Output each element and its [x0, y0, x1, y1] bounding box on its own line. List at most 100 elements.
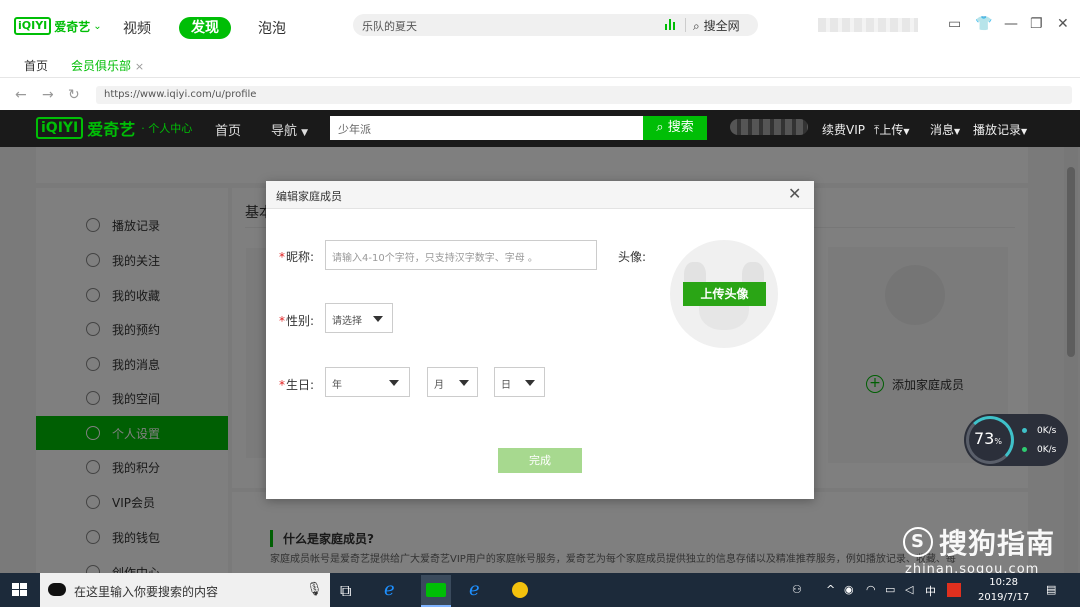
url-field[interactable]: https://www.iqiyi.com/u/profile — [96, 86, 1072, 104]
gender-label: *性别: — [279, 312, 314, 329]
ie-browser-icon[interactable]: ℯ — [384, 579, 406, 601]
tab-home[interactable]: 首页 — [24, 57, 48, 74]
skin-shirt-icon[interactable]: 👕 — [975, 16, 992, 32]
restore-icon[interactable]: ❐ — [1030, 16, 1043, 32]
nickname-placeholder: 请输入4-10个字符，只支持汉字数字、字母 。 — [332, 253, 538, 264]
site-search-button[interactable]: ⌕ 搜索 — [643, 116, 707, 140]
search-divider — [685, 18, 686, 32]
site-logo-sub: · 个人中心 — [141, 122, 193, 135]
memory-percent-value: 73 — [974, 429, 995, 448]
site-search-input[interactable]: 少年派 — [330, 116, 643, 140]
taskbar-search[interactable]: 在这里输入你要搜索的内容 🎙 — [40, 573, 330, 607]
ime-indicator[interactable]: 中 — [925, 583, 936, 599]
gender-select[interactable]: 请选择 — [325, 303, 393, 333]
download-speed-value: 0K/s — [1037, 445, 1057, 455]
site-search-button-label: 搜索 — [667, 120, 694, 135]
messages-link[interactable]: 消息▼ — [930, 121, 960, 138]
sogou-ime-icon[interactable] — [947, 583, 961, 597]
dialog-header: 编辑家庭成员 ✕ — [266, 181, 814, 209]
app-logo-text: 爱奇艺 — [54, 19, 91, 34]
caret-down-icon — [525, 380, 535, 386]
history-label: 播放记录 — [973, 123, 1022, 137]
refresh-icon[interactable]: ↻ — [68, 87, 80, 103]
notification-icon[interactable]: ▤ — [1046, 583, 1056, 596]
site-logo[interactable]: iQIYI 爱奇艺 · 个人中心 — [36, 116, 192, 140]
upload-link[interactable]: ⤒上传▼ — [874, 121, 909, 138]
iqiyi-taskbar-icon[interactable] — [421, 575, 451, 607]
site-nav-menu[interactable]: 导航 ▼ — [271, 120, 308, 139]
site-username-blurred[interactable] — [730, 119, 808, 135]
birthday-label: *生日: — [279, 376, 314, 393]
caret-down-icon — [459, 380, 469, 386]
qq-icon[interactable] — [512, 582, 528, 598]
search-icon: ⌕ — [693, 19, 700, 33]
tab-video[interactable]: 视频 — [123, 18, 151, 38]
search-all-button[interactable]: ⌕ 搜全网 — [693, 17, 740, 34]
chevron-down-icon[interactable]: ⌄ — [93, 21, 101, 32]
site-nav-home[interactable]: 首页 — [215, 120, 241, 139]
percent-sign: % — [994, 437, 1002, 446]
required-mark: * — [279, 250, 285, 264]
memory-percent: 73% — [974, 429, 1002, 448]
taskbar-search-placeholder: 在这里输入你要搜索的内容 — [74, 585, 219, 599]
microphone-icon[interactable]: 🎙 — [306, 582, 323, 597]
close-icon[interactable]: ✕ — [788, 184, 801, 203]
site-search-value: 少年派 — [338, 123, 371, 136]
system-clock[interactable]: 10:28 2019/7/17 — [978, 575, 1029, 605]
nickname-label: *昵称: — [279, 248, 314, 265]
network-speed-widget[interactable]: 73% 0K/s 0K/s — [964, 414, 1068, 466]
app-titlebar: iQIYI 爱奇艺 ⌄ 视频 发现 泡泡 乐队的夏天 ⌕ 搜全网 ▭ 👕 — ❐… — [0, 0, 1080, 50]
clock-time: 10:28 — [989, 577, 1019, 588]
back-arrow-icon[interactable]: ← — [15, 87, 27, 103]
day-value: 日 — [501, 380, 511, 391]
watermark-brand: S 搜狗指南 — [903, 522, 1055, 562]
wifi-icon[interactable]: ◠ — [866, 583, 876, 596]
edge-browser-icon[interactable]: ℯ — [469, 579, 491, 601]
tray-app-icon[interactable]: ◉ — [844, 583, 854, 596]
gender-label-text: 性别: — [286, 314, 315, 328]
watermark-brand-text: 搜狗指南 — [939, 527, 1056, 560]
tab-close-icon[interactable]: × — [135, 60, 144, 73]
done-button[interactable]: 完成 — [498, 448, 582, 473]
person-icon[interactable]: ⚇ — [792, 583, 802, 596]
gender-value: 请选择 — [332, 316, 362, 327]
sogou-logo-icon: S — [903, 527, 933, 557]
windows-taskbar: 在这里输入你要搜索的内容 🎙 ⧉ ℯ ℯ ⚇ ^ ◉ ◠ ▭ ◁ 中 10:28… — [0, 573, 1080, 607]
windows-start-icon[interactable] — [12, 583, 28, 597]
required-mark: * — [279, 314, 285, 328]
birth-year-select[interactable]: 年 — [325, 367, 410, 397]
caret-down-icon: ▼ — [301, 128, 309, 138]
tab-bubble[interactable]: 泡泡 — [258, 18, 286, 38]
top-search-bar[interactable]: 乐队的夏天 ⌕ 搜全网 — [353, 14, 758, 36]
forward-arrow-icon[interactable]: → — [42, 87, 54, 103]
nickname-label-text: 昵称: — [286, 250, 315, 264]
chevron-up-icon[interactable]: ^ — [826, 583, 835, 596]
month-value: 月 — [434, 380, 444, 391]
required-mark: * — [279, 378, 285, 392]
upload-avatar-button[interactable]: 上传头像 — [683, 282, 766, 306]
upload-dot-icon — [1022, 428, 1027, 433]
top-search-input[interactable]: 乐队的夏天 — [362, 18, 417, 34]
birth-day-select[interactable]: 日 — [494, 367, 545, 397]
browser-tabs: 首页 会员俱乐部 × — [0, 50, 1080, 78]
battery-icon[interactable]: ▭ — [885, 583, 895, 596]
nickname-input[interactable]: 请输入4-10个字符，只支持汉字数字、字母 。 — [325, 240, 597, 270]
messages-label: 消息 — [930, 123, 955, 137]
tab-member-club[interactable]: 会员俱乐部 × — [71, 57, 144, 74]
tab-discover[interactable]: 发现 — [179, 17, 231, 39]
upload-label: 上传 — [879, 123, 904, 137]
message-icon[interactable]: ▭ — [948, 16, 961, 32]
upload-speed: 0K/s — [1022, 426, 1056, 436]
close-icon[interactable]: ✕ — [1057, 16, 1069, 32]
avatar-label: 头像: — [618, 250, 647, 264]
volume-icon[interactable]: ◁ — [905, 583, 913, 596]
history-link[interactable]: 播放记录▼ — [973, 121, 1027, 138]
birth-month-select[interactable]: 月 — [427, 367, 478, 397]
caret-down-icon — [373, 316, 383, 322]
minimize-icon[interactable]: — — [1004, 16, 1018, 32]
username-blurred[interactable] — [818, 18, 918, 32]
app-logo[interactable]: iQIYI 爱奇艺 ⌄ — [14, 17, 102, 35]
renew-vip-link[interactable]: 续费VIP — [822, 121, 865, 138]
chart-bars-icon[interactable] — [665, 19, 677, 30]
task-view-icon[interactable]: ⧉ — [340, 581, 362, 603]
